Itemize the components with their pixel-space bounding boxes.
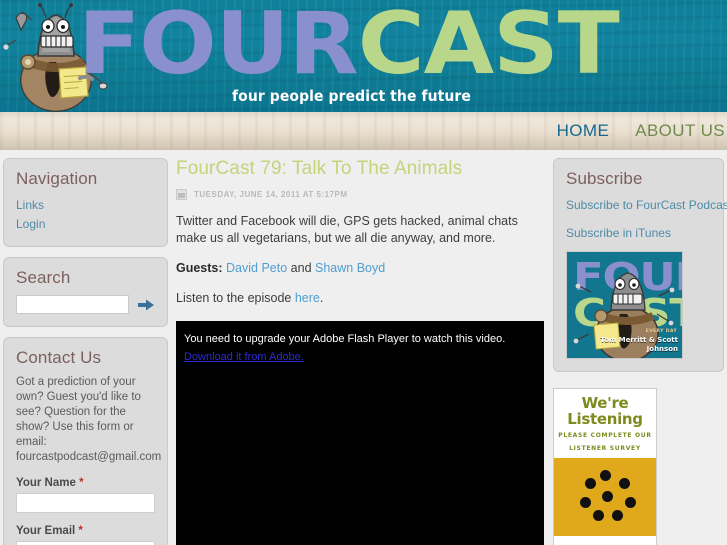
listener-survey-widget[interactable]: We're Listening PLEASE COMPLETE OUR LIST… <box>553 388 657 545</box>
your-name-label: Your Name * <box>16 477 155 489</box>
survey-footer: START NOW >> <box>554 536 656 545</box>
main-content: FourCast 79: Talk To The Animals TUESDAY… <box>168 150 553 545</box>
badge-tagline: EVERY DAY <box>645 329 677 334</box>
guests-joiner: and <box>287 261 315 275</box>
guests-label: Guests: <box>176 261 223 275</box>
your-email-label: Your Email * <box>16 525 155 537</box>
module-contact-us: Contact Us Got a prediction of your own?… <box>3 337 168 545</box>
listen-suffix: . <box>319 291 324 305</box>
search-row <box>16 295 155 314</box>
your-email-label-text: Your Email <box>16 525 76 537</box>
survey-subtitle-line-1: PLEASE COMPLETE OUR <box>558 432 652 439</box>
page-body: Navigation Links Login Search Contact Us… <box>0 150 727 545</box>
video-player[interactable]: You need to upgrade your Adobe Flash Pla… <box>176 321 544 545</box>
navigation-heading: Navigation <box>16 169 98 188</box>
your-name-label-text: Your Name <box>16 477 76 489</box>
site-tagline: four people predict the future <box>232 87 471 105</box>
survey-header: We're Listening PLEASE COMPLETE OUR LIST… <box>554 389 656 458</box>
subscribe-podcast-link[interactable]: Subscribe to FourCast Podcast <box>566 196 727 215</box>
main-navigation-bar: HOME ABOUT US <box>0 112 727 150</box>
right-sidebar: Subscribe Subscribe to FourCast Podcast … <box>553 150 727 545</box>
subscribe-itunes-link[interactable]: Subscribe in iTunes <box>566 224 711 243</box>
nav-item-about-us[interactable]: ABOUT US <box>635 121 725 141</box>
subscribe-heading: Subscribe <box>566 169 643 188</box>
required-asterisk: * <box>78 525 83 537</box>
nav-item-home[interactable]: HOME <box>557 121 610 141</box>
contact-us-heading: Contact Us <box>16 348 102 367</box>
post-meta: TUESDAY, JUNE 14, 2011 AT 5:17PM <box>176 189 545 200</box>
post-summary: Twitter and Facebook will die, GPS gets … <box>176 214 518 245</box>
survey-subtitle-line-2: LISTENER SURVEY <box>569 445 641 452</box>
badge-hosts: Tom Merritt & Scott Johnson <box>600 336 678 353</box>
logo-four: FOUR <box>78 0 359 94</box>
listen-here-link[interactable]: here <box>295 291 320 305</box>
logo-cast: CAST <box>357 0 620 94</box>
flash-upgrade-message: You need to upgrade your Adobe Flash Pla… <box>184 333 506 345</box>
sidebar-item-links[interactable]: Links <box>16 196 155 215</box>
module-navigation: Navigation Links Login <box>3 158 168 247</box>
contact-us-intro: Got a prediction of your own? Guest you'… <box>16 376 162 463</box>
guest-link-david-peto[interactable]: David Peto <box>226 261 287 275</box>
nav-link-list: HOME ABOUT US <box>557 112 727 150</box>
post-listen-line: Listen to the episode here. <box>176 290 545 307</box>
search-heading: Search <box>16 268 71 287</box>
left-sidebar: Navigation Links Login Search Contact Us… <box>0 150 168 545</box>
your-email-field[interactable] <box>16 541 155 545</box>
module-subscribe: Subscribe Subscribe to FourCast Podcast … <box>553 158 727 372</box>
search-input[interactable] <box>16 295 129 314</box>
sidebar-item-login[interactable]: Login <box>16 215 155 234</box>
page-title: FourCast 79: Talk To The Animals <box>176 158 463 179</box>
survey-title-line-2: Listening <box>567 410 643 428</box>
calendar-icon <box>176 189 187 200</box>
your-name-field[interactable] <box>16 493 155 513</box>
post-date: TUESDAY, JUNE 14, 2011 AT 5:17PM <box>194 190 348 199</box>
podcast-cover-art[interactable]: FOUR CAST <box>566 251 683 359</box>
download-flash-link[interactable]: Download it from Adobe. <box>184 351 304 363</box>
post-guests: Guests: David Peto and Shawn Boyd <box>176 260 545 277</box>
search-submit-arrow-icon[interactable] <box>137 297 155 313</box>
required-asterisk: * <box>79 477 84 489</box>
listen-prefix: Listen to the episode <box>176 291 295 305</box>
module-search: Search <box>3 257 168 327</box>
survey-graphic <box>554 458 656 536</box>
site-logo: FOURCAST <box>78 0 620 94</box>
guest-link-shawn-boyd[interactable]: Shawn Boyd <box>315 261 385 275</box>
survey-title-line-1: We're <box>581 394 629 412</box>
site-banner: FOURCAST four people predict the future <box>0 0 727 112</box>
